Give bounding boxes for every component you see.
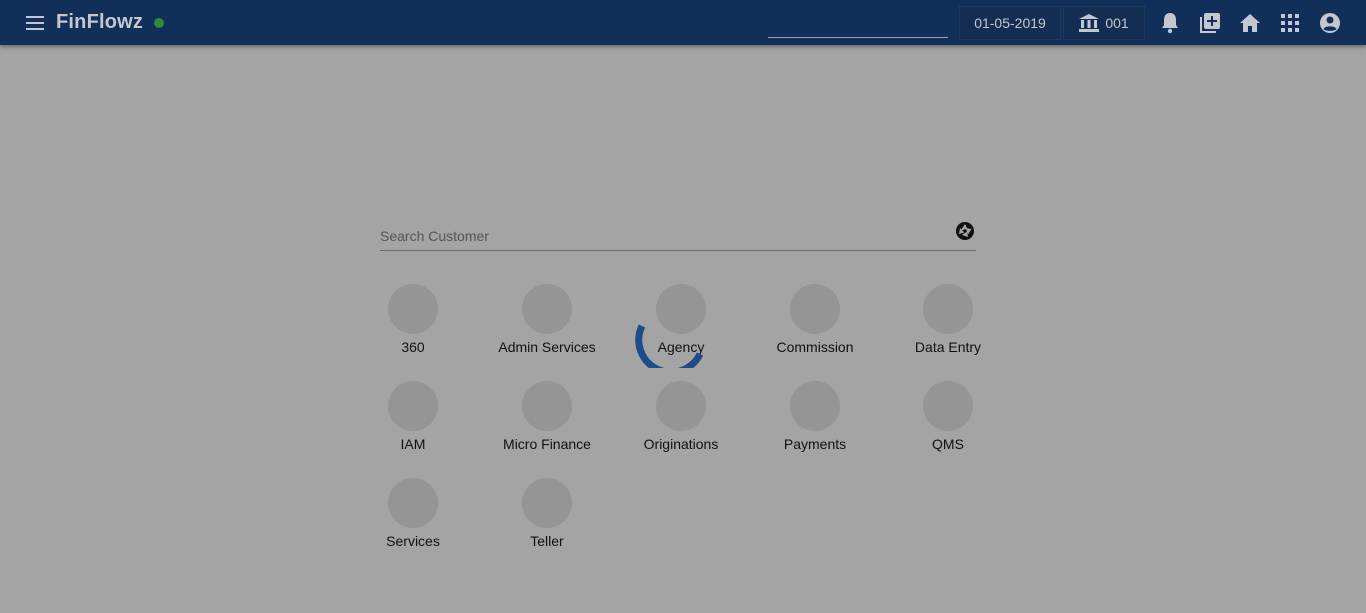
module-label: Admin Services — [498, 339, 596, 355]
module-icon — [388, 478, 438, 528]
module-tile-originations[interactable]: Originations — [614, 381, 748, 461]
home-icon[interactable] — [1239, 12, 1261, 34]
module-tile-micro-finance[interactable]: Micro Finance — [480, 381, 614, 461]
module-icon — [388, 284, 438, 334]
module-icon — [522, 381, 572, 431]
module-tile-commission[interactable]: Commission — [748, 284, 882, 364]
module-tile-services[interactable]: Services — [346, 478, 480, 558]
branch-chip[interactable]: 001 — [1063, 6, 1145, 40]
add-box-icon[interactable] — [1199, 12, 1221, 34]
module-label: 360 — [401, 339, 425, 355]
customer-search-field[interactable] — [380, 220, 976, 251]
module-icon — [923, 381, 973, 431]
module-icon — [923, 284, 973, 334]
account-circle-icon[interactable] — [1319, 12, 1341, 34]
module-label: Services — [386, 533, 440, 549]
module-label: Data Entry — [914, 339, 982, 355]
branch-code: 001 — [1105, 15, 1129, 31]
module-label: IAM — [400, 436, 426, 452]
module-label: QMS — [932, 436, 964, 452]
business-date: 01-05-2019 — [974, 15, 1046, 31]
module-label: Commission — [776, 339, 854, 355]
module-label: Originations — [643, 436, 719, 452]
app-title[interactable]: FinFlowz — [56, 11, 143, 34]
module-tile-admin-services[interactable]: Admin Services — [480, 284, 614, 364]
customer-search-input[interactable] — [380, 226, 940, 246]
bank-icon — [1079, 14, 1100, 32]
loading-spinner — [635, 324, 704, 368]
module-icon — [522, 284, 572, 334]
module-tile-teller[interactable]: Teller — [480, 478, 614, 558]
module-tile-qms[interactable]: QMS — [881, 381, 1015, 461]
module-label: Micro Finance — [503, 436, 591, 452]
module-icon — [522, 478, 572, 528]
module-icon — [388, 381, 438, 431]
module-icon — [790, 381, 840, 431]
module-label: Payments — [783, 436, 847, 452]
business-date-chip[interactable]: 01-05-2019 — [959, 6, 1061, 40]
top-app-bar: FinFlowz 01-05-2019 001 — [0, 0, 1366, 45]
apps-grid-icon[interactable] — [1279, 12, 1301, 34]
module-icon — [656, 381, 706, 431]
module-tile-360[interactable]: 360 — [346, 284, 480, 364]
module-tile-data-entry[interactable]: Data Entry — [881, 284, 1015, 364]
menu-icon[interactable] — [25, 14, 45, 32]
bell-icon[interactable] — [1159, 12, 1181, 34]
module-icon — [790, 284, 840, 334]
online-status-indicator — [154, 18, 164, 28]
module-label: Teller — [530, 533, 564, 549]
aperture-icon[interactable] — [955, 221, 975, 241]
header-search-input[interactable] — [768, 8, 948, 38]
module-tile-iam[interactable]: IAM — [346, 381, 480, 461]
module-tile-payments[interactable]: Payments — [748, 381, 882, 461]
